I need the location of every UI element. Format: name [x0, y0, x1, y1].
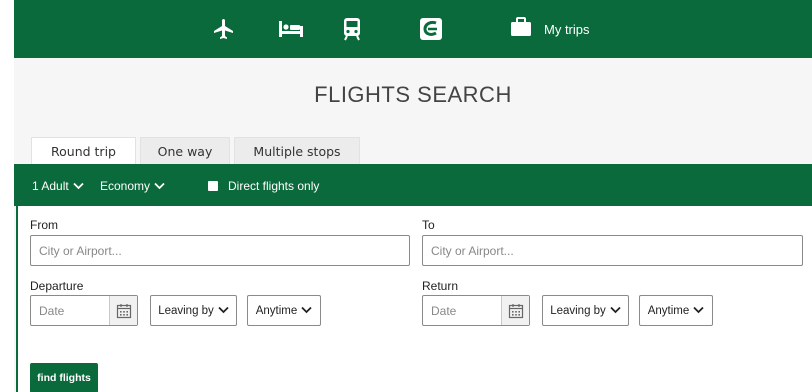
main-content: FLIGHTS SEARCH Round trip One way Multip…: [14, 58, 812, 392]
tab-multiple-stops[interactable]: Multiple stops: [234, 137, 360, 164]
app-frame: My trips FLIGHTS SEARCH Round trip One w…: [0, 0, 812, 392]
direct-flights-label: Direct flights only: [228, 179, 320, 193]
tab-one-way[interactable]: One way: [140, 137, 230, 164]
from-label: From: [30, 218, 58, 232]
search-options-bar: 1 Adult Economy Direct flights only: [14, 164, 812, 206]
to-input[interactable]: City or Airport...: [422, 235, 803, 266]
left-gutter: [0, 0, 14, 392]
chevron-down-icon: [693, 305, 704, 317]
hotel-bed-icon[interactable]: [278, 16, 304, 42]
cabin-class-dropdown[interactable]: Economy: [100, 179, 165, 193]
return-time-value: Leaving by: [550, 304, 606, 317]
car-rental-icon[interactable]: [419, 16, 443, 42]
train-icon[interactable]: [342, 16, 362, 42]
direct-flights-checkbox[interactable]: [208, 181, 218, 191]
direct-flights-toggle[interactable]: Direct flights only: [208, 179, 319, 193]
departure-window-value: Anytime: [255, 304, 298, 317]
chevron-down-icon: [610, 305, 621, 317]
page-title: FLIGHTS SEARCH: [314, 82, 512, 107]
briefcase-icon: [510, 16, 532, 42]
search-form: From City or Airport... To City or Airpo…: [16, 206, 812, 392]
tab-round-trip[interactable]: Round trip: [31, 137, 136, 164]
return-date-input[interactable]: Date: [422, 295, 530, 326]
return-window-value: Anytime: [647, 304, 690, 317]
to-label: To: [422, 218, 435, 232]
my-trips-label: My trips: [544, 21, 590, 37]
return-label: Return: [422, 279, 459, 293]
passengers-value: 1 Adult: [32, 179, 69, 193]
departure-time-select[interactable]: Leaving by: [150, 295, 237, 326]
top-nav-bar: My trips: [14, 0, 812, 58]
departure-label: Departure: [30, 279, 84, 293]
from-input[interactable]: City or Airport...: [30, 235, 410, 266]
departure-date-placeholder: Date: [39, 304, 65, 318]
return-time-select[interactable]: Leaving by: [542, 295, 629, 326]
return-date-placeholder: Date: [431, 304, 457, 318]
passengers-dropdown[interactable]: 1 Adult: [32, 179, 84, 193]
airplane-icon[interactable]: [212, 16, 236, 42]
find-flights-button[interactable]: find flights: [30, 363, 98, 392]
departure-date-input[interactable]: Date: [30, 295, 138, 326]
cabin-class-value: Economy: [100, 179, 151, 193]
calendar-icon[interactable]: [109, 296, 137, 325]
chevron-down-icon: [73, 179, 84, 193]
return-window-select[interactable]: Anytime: [639, 295, 713, 326]
departure-window-select[interactable]: Anytime: [247, 295, 321, 326]
my-trips-link[interactable]: My trips: [510, 16, 590, 42]
departure-time-value: Leaving by: [158, 304, 214, 317]
chevron-down-icon: [218, 305, 229, 317]
chevron-down-icon: [154, 179, 165, 193]
calendar-icon[interactable]: [501, 296, 529, 325]
chevron-down-icon: [301, 305, 312, 317]
